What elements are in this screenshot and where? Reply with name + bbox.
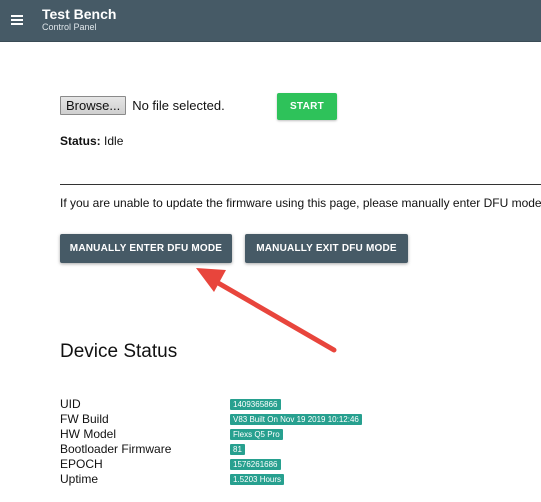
bootloader-value-badge: 81	[230, 444, 245, 455]
uid-label: UID	[60, 397, 81, 411]
status-label: Status:	[60, 134, 101, 148]
fw-build-value-badge: V83 Built On Nov 19 2019 10:12:46	[230, 414, 362, 425]
uptime-label: Uptime	[60, 472, 99, 486]
status-row-uid: UID 1409365866	[60, 397, 460, 412]
bootloader-label: Bootloader Firmware	[60, 442, 172, 456]
epoch-value-badge: 1576261686	[230, 459, 281, 470]
browse-button[interactable]: Browse...	[60, 96, 127, 115]
fw-build-label: FW Build	[60, 412, 109, 426]
device-status-table: UID 1409365866 FW Build V83 Built On Nov…	[60, 397, 460, 487]
status-value: Idle	[104, 134, 124, 148]
device-status-heading: Device Status	[60, 341, 178, 362]
top-app-bar: Test Bench Control Panel	[0, 0, 541, 42]
status-row-uptime: Uptime 1.5203 Hours	[60, 472, 460, 487]
status-row-epoch: EPOCH 1576261686	[60, 457, 460, 472]
uptime-value-badge: 1.5203 Hours	[230, 474, 285, 485]
selected-file-label: No file selected.	[132, 98, 225, 113]
uid-value-badge: 1409365866	[230, 399, 281, 410]
hw-model-value-badge: Flexs Q5 Pro	[230, 429, 283, 440]
app-subtitle: Control Panel	[42, 22, 97, 32]
dfu-instructions: If you are unable to update the firmware…	[60, 196, 541, 210]
hw-model-label: HW Model	[60, 427, 117, 441]
status-line: Status: Idle	[60, 134, 123, 148]
app-window: Test Bench Control Panel Browse... No fi…	[0, 0, 541, 502]
status-row-bootloader: Bootloader Firmware 81	[60, 442, 460, 457]
app-title: Test Bench	[42, 6, 117, 22]
hamburger-menu-icon[interactable]	[11, 15, 23, 25]
section-divider	[60, 184, 541, 185]
status-row-hw-model: HW Model Flexs Q5 Pro	[60, 427, 460, 442]
start-button[interactable]: START	[277, 93, 337, 120]
exit-dfu-button[interactable]: MANUALLY EXIT DFU MODE	[245, 234, 408, 263]
enter-dfu-button[interactable]: MANUALLY ENTER DFU MODE	[60, 234, 232, 263]
epoch-label: EPOCH	[60, 457, 103, 471]
status-row-fw-build: FW Build V83 Built On Nov 19 2019 10:12:…	[60, 412, 460, 427]
firmware-file-input[interactable]: Browse... No file selected.	[60, 95, 225, 116]
